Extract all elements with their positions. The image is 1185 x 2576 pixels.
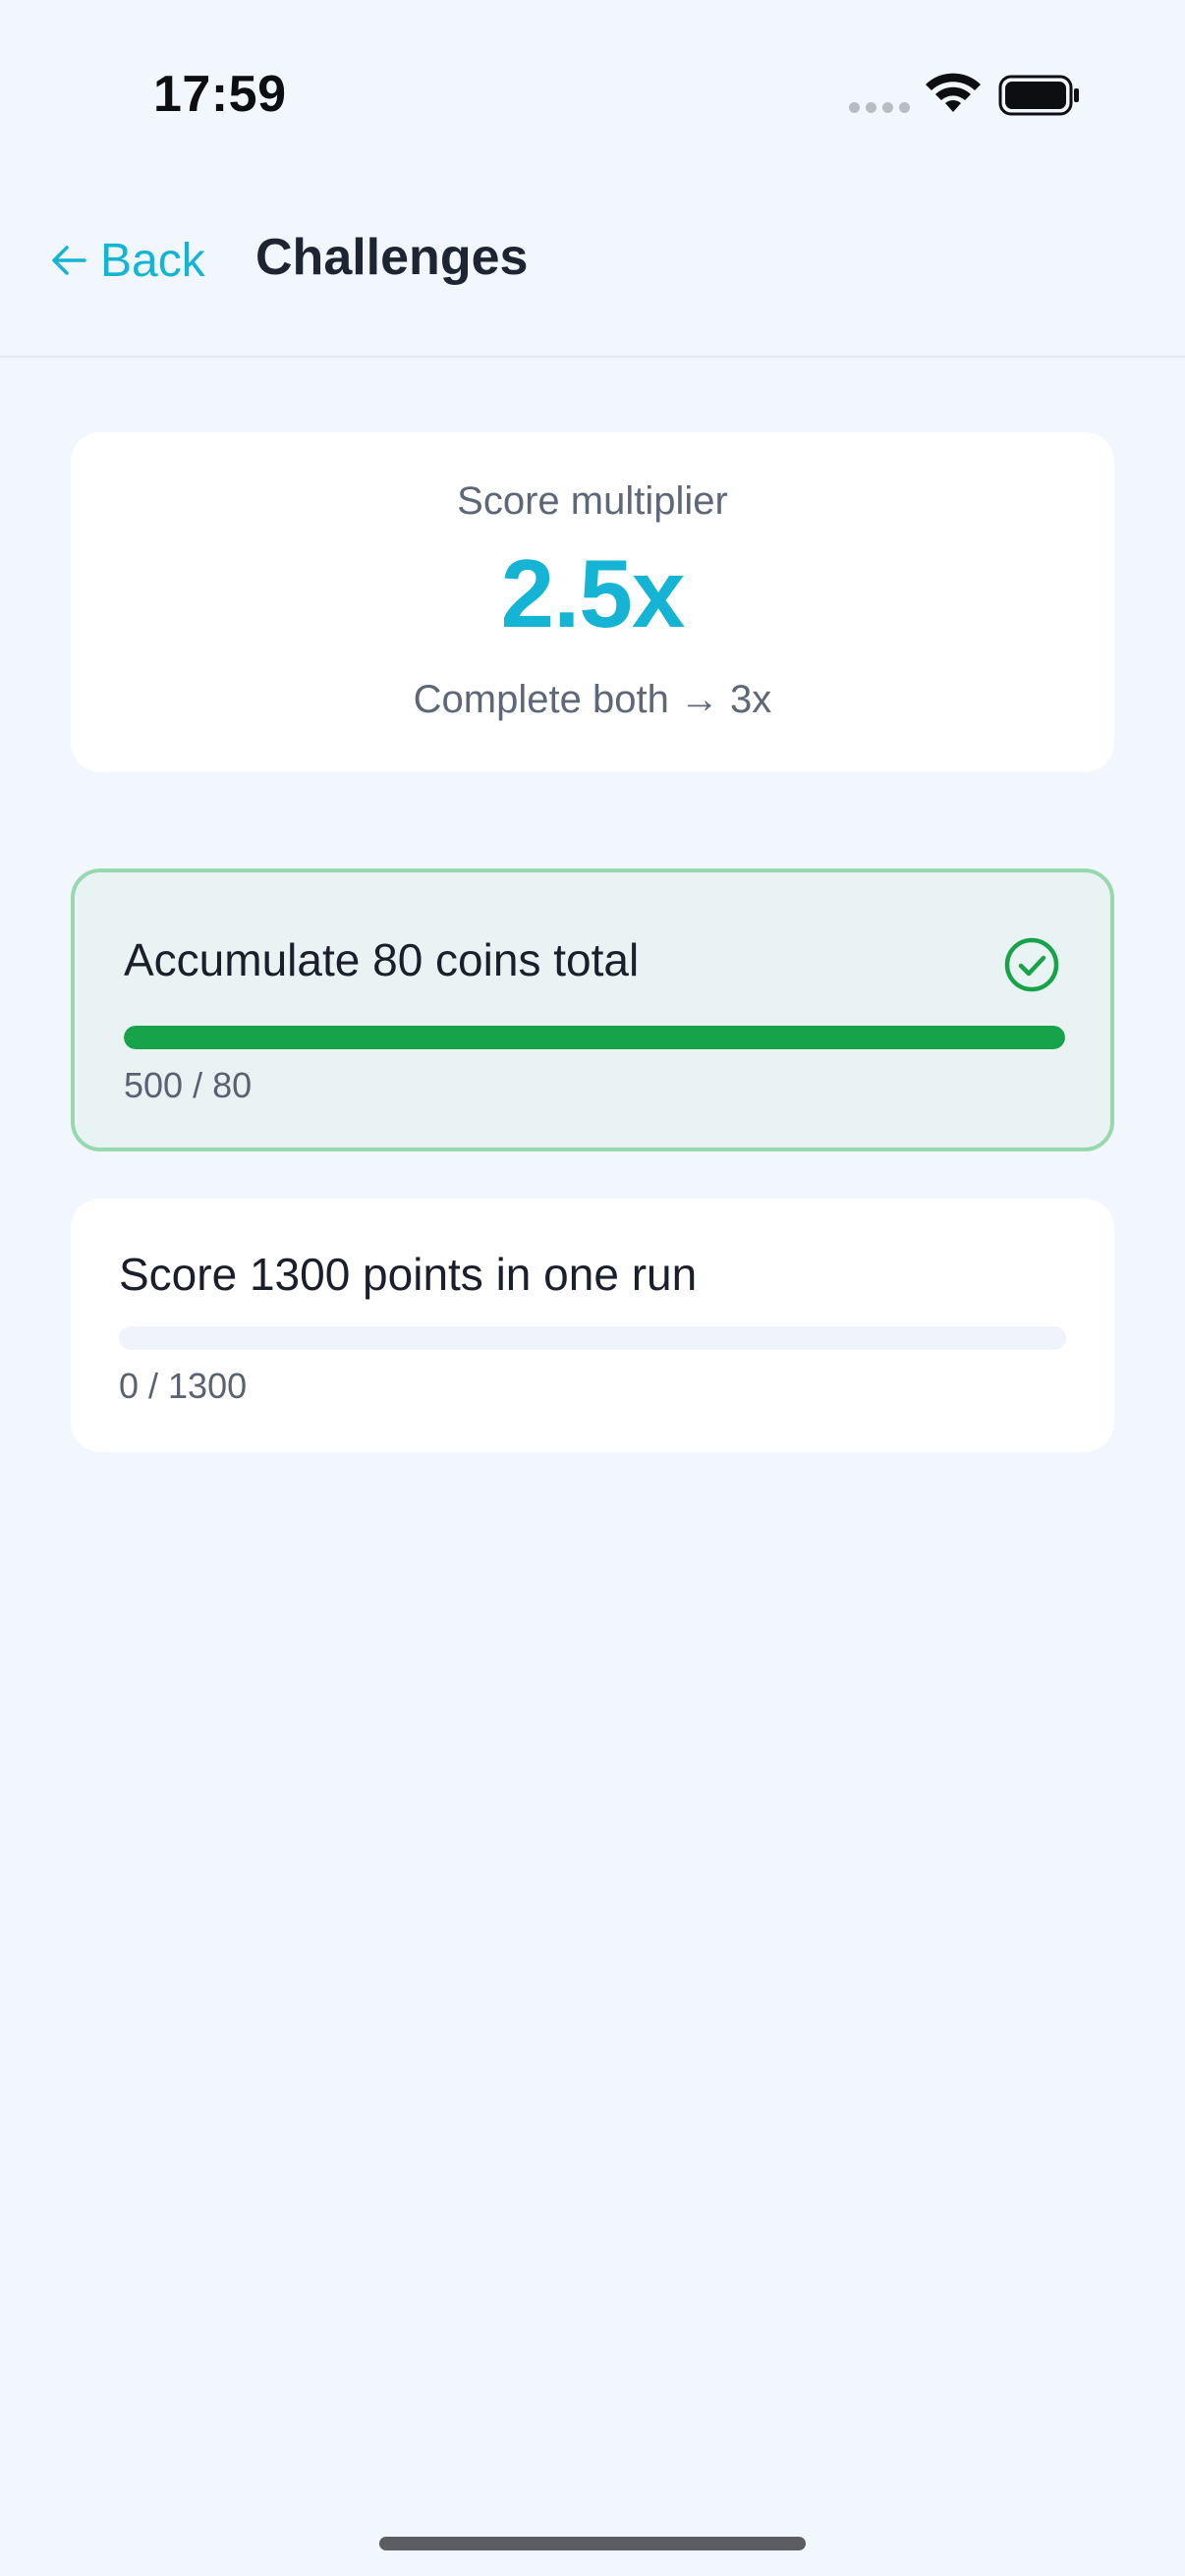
back-button-label: Back	[100, 234, 205, 287]
nav-divider	[0, 356, 1185, 358]
challenge-card[interactable]: Accumulate 80 coins total 500 / 80	[71, 868, 1114, 1151]
challenge-title: Accumulate 80 coins total	[124, 934, 640, 985]
back-arrow-icon	[52, 246, 86, 275]
home-indicator	[379, 2537, 806, 2550]
challenge-progress-text: 500 / 80	[124, 1065, 253, 1105]
progress-fill	[124, 1026, 1065, 1049]
nav-bar: Back Challenges	[0, 196, 1185, 359]
back-button[interactable]: Back	[47, 226, 205, 295]
challenges-screen: 17:59 Back Challenges Score multiplier 2…	[0, 0, 1185, 2576]
challenge-card[interactable]: Score 1300 points in one run 0 / 1300	[71, 1199, 1114, 1452]
challenge-progress-text: 0 / 1300	[119, 1366, 248, 1406]
wifi-icon	[926, 73, 981, 112]
status-time: 17:59	[153, 66, 287, 123]
challenge-title: Score 1300 points in one run	[119, 1249, 698, 1300]
multiplier-hint: Complete both → 3x	[413, 678, 772, 721]
page-title: Challenges	[255, 229, 529, 286]
progress-bar	[119, 1326, 1066, 1350]
check-circle-icon	[1004, 937, 1059, 992]
multiplier-label: Score multiplier	[457, 479, 728, 523]
progress-bar	[124, 1026, 1065, 1049]
multiplier-value: 2.5x	[500, 539, 686, 647]
multiplier-card: Score multiplier 2.5x Complete both → 3x	[71, 432, 1114, 772]
cellular-signal-icon	[849, 102, 910, 113]
battery-icon	[998, 75, 1079, 116]
